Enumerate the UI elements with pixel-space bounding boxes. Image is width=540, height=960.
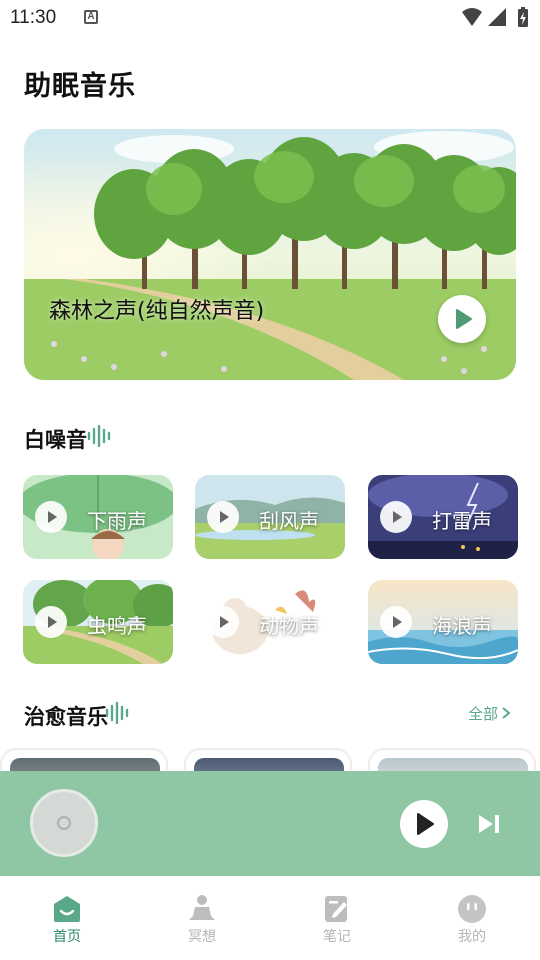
nav-item-meditation[interactable]: 冥想 xyxy=(172,892,232,948)
healing-music-title: 治愈音乐 xyxy=(24,705,108,729)
play-icon xyxy=(393,511,402,523)
banner-title: 森林之声(纯自然声音) xyxy=(49,299,265,324)
thunder-play-button[interactable] xyxy=(380,501,412,533)
battery-icon xyxy=(518,7,528,27)
white-noise-title: 白噪音 xyxy=(24,428,87,452)
wind-play-button[interactable] xyxy=(207,501,239,533)
tile-label: 虫鸣声 xyxy=(87,614,147,638)
notification-icon: A xyxy=(84,10,98,24)
white-noise-insects[interactable]: 虫鸣声 xyxy=(23,580,173,664)
featured-banner[interactable]: 森林之声(纯自然声音) xyxy=(24,129,516,380)
status-time: 11:30 xyxy=(10,7,57,28)
see-all-link[interactable]: 全部 xyxy=(468,703,512,724)
animals-play-button[interactable] xyxy=(207,606,239,638)
page-title: 助眠音乐 xyxy=(24,71,136,102)
nav-item-profile[interactable]: 我的 xyxy=(442,892,502,948)
bottom-nav: 首页 冥想 笔记 我的 xyxy=(0,876,540,960)
sound-wave-icon xyxy=(105,702,129,724)
notes-icon xyxy=(325,896,347,922)
tile-label: 刮风声 xyxy=(259,509,319,533)
nav-label: 笔记 xyxy=(323,929,351,945)
play-icon xyxy=(48,616,57,628)
mini-player xyxy=(0,771,540,876)
play-icon xyxy=(48,511,57,523)
nav-label: 我的 xyxy=(458,929,486,945)
tile-label: 海浪声 xyxy=(432,614,492,638)
home-icon xyxy=(54,896,80,922)
player-play-button[interactable] xyxy=(400,800,448,848)
play-icon xyxy=(456,309,472,329)
signal-icon xyxy=(488,8,506,26)
tile-label: 动物声 xyxy=(259,614,319,638)
profile-icon xyxy=(458,895,486,923)
waves-play-button[interactable] xyxy=(380,606,412,638)
album-disc[interactable] xyxy=(30,789,98,857)
disc-center xyxy=(57,816,71,830)
banner-play-button[interactable] xyxy=(438,295,486,343)
nav-item-notes[interactable]: 笔记 xyxy=(307,892,367,948)
play-icon xyxy=(220,511,229,523)
nav-item-home[interactable]: 首页 xyxy=(37,892,97,948)
white-noise-waves[interactable]: 海浪声 xyxy=(368,580,518,664)
rain-play-button[interactable] xyxy=(35,501,67,533)
white-noise-rain[interactable]: 下雨声 xyxy=(23,475,173,559)
play-icon xyxy=(417,813,434,835)
white-noise-thunder[interactable]: 打雷声 xyxy=(368,475,518,559)
see-all-label: 全部 xyxy=(468,705,499,723)
white-noise-wind[interactable]: 刮风声 xyxy=(195,475,345,559)
tile-label: 下雨声 xyxy=(87,509,147,533)
play-icon xyxy=(393,616,402,628)
nav-label: 首页 xyxy=(53,929,81,945)
skip-next-icon[interactable] xyxy=(477,812,501,836)
status-icons xyxy=(462,7,528,27)
sound-wave-icon xyxy=(87,425,111,447)
wifi-icon xyxy=(462,8,482,26)
tile-label: 打雷声 xyxy=(432,509,492,533)
white-noise-animals[interactable]: 动物声 xyxy=(195,580,345,664)
insects-play-button[interactable] xyxy=(35,606,67,638)
play-icon xyxy=(220,616,229,628)
chevron-right-icon xyxy=(502,707,511,719)
status-bar: 11:30 A xyxy=(0,0,540,36)
meditation-icon xyxy=(189,895,215,920)
nav-label: 冥想 xyxy=(188,929,216,945)
